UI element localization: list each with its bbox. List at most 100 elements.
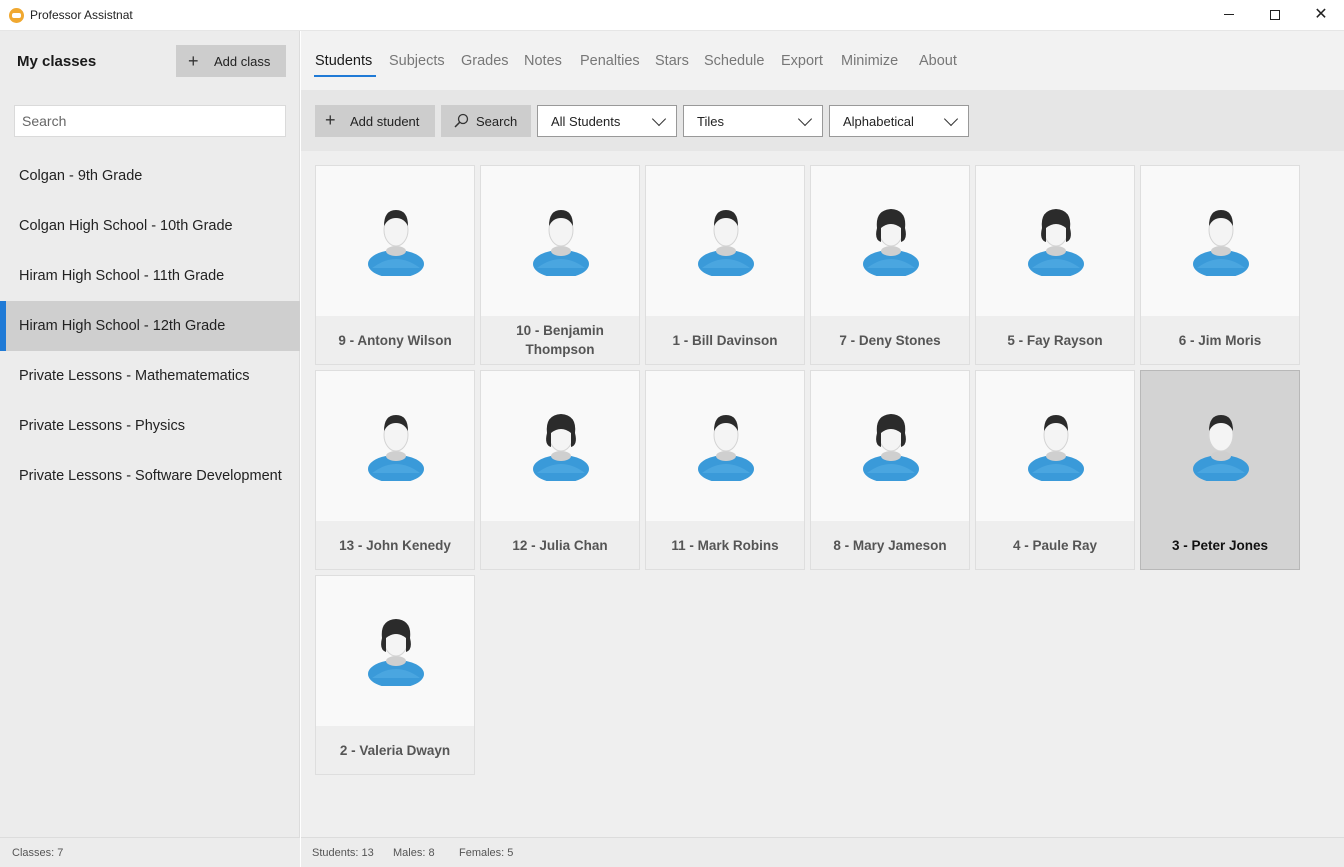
student-avatar xyxy=(366,411,426,483)
tab-about[interactable]: About xyxy=(919,53,957,69)
search-button[interactable]: Search xyxy=(441,105,531,137)
student-name: 5 - Fay Rayson xyxy=(976,316,1134,364)
student-avatar xyxy=(696,411,756,483)
add-class-button[interactable]: + Add class xyxy=(176,45,286,77)
student-tile[interactable]: 3 - Peter Jones xyxy=(1140,370,1300,570)
class-list-item[interactable]: Colgan - 9th Grade xyxy=(0,151,300,201)
student-avatar-icon xyxy=(1193,210,1249,278)
view-mode-dropdown[interactable]: Tiles xyxy=(683,105,823,137)
window-title: Professor Assistnat xyxy=(30,8,133,22)
tab-subjects[interactable]: Subjects xyxy=(389,53,445,69)
class-list-item[interactable]: Hiram High School - 11th Grade xyxy=(0,251,300,301)
student-avatar-icon xyxy=(533,210,589,278)
student-filter-dropdown[interactable]: All Students xyxy=(537,105,677,137)
student-name: 3 - Peter Jones xyxy=(1141,521,1299,569)
sort-order-dropdown[interactable]: Alphabetical xyxy=(829,105,969,137)
classes-count-status: Classes: 7 xyxy=(0,837,300,867)
student-name: 6 - Jim Moris xyxy=(1141,316,1299,364)
close-window-button[interactable]: ✕ xyxy=(1298,0,1344,31)
plus-icon: + xyxy=(325,110,336,130)
tab-export[interactable]: Export xyxy=(781,53,823,69)
student-name: 2 - Valeria Dwayn xyxy=(316,726,474,774)
student-avatar-icon xyxy=(368,210,424,278)
student-avatar xyxy=(861,411,921,483)
student-avatar xyxy=(366,616,426,688)
add-student-label: Add student xyxy=(350,114,420,129)
filter-value: All Students xyxy=(551,114,621,129)
student-tile[interactable]: 8 - Mary Jameson xyxy=(810,370,970,570)
add-student-button[interactable]: + Add student xyxy=(315,105,435,137)
tab-notes[interactable]: Notes xyxy=(524,53,562,69)
student-name: 11 - Mark Robins xyxy=(646,521,804,569)
search-button-label: Search xyxy=(476,114,518,129)
maximize-icon xyxy=(1270,9,1280,20)
student-avatar xyxy=(861,206,921,278)
student-tile[interactable]: 2 - Valeria Dwayn xyxy=(315,575,475,775)
tab-penalties[interactable]: Penalties xyxy=(580,53,640,69)
student-tile[interactable]: 5 - Fay Rayson xyxy=(975,165,1135,365)
classes-sidebar: My classes + Add class Colgan - 9th Grad… xyxy=(0,31,300,867)
chevron-down-icon xyxy=(797,111,813,127)
student-avatar-icon xyxy=(368,415,424,483)
males-count: Males: 8 xyxy=(393,847,435,859)
student-tile[interactable]: 11 - Mark Robins xyxy=(645,370,805,570)
students-count: Students: 13 xyxy=(312,847,374,859)
student-avatar-icon xyxy=(368,619,424,688)
females-count: Females: 5 xyxy=(459,847,514,859)
class-list-item[interactable]: Colgan High School - 10th Grade xyxy=(0,201,300,251)
student-avatar xyxy=(366,206,426,278)
student-avatar-icon xyxy=(533,414,589,483)
class-list-item[interactable]: Private Lessons - Physics xyxy=(0,401,300,451)
maximize-window-button[interactable] xyxy=(1252,0,1298,31)
student-stats-status: Students: 13 Males: 8 Females: 5 xyxy=(301,837,1344,867)
student-tile[interactable]: 9 - Antony Wilson xyxy=(315,165,475,365)
student-avatar-icon xyxy=(1028,209,1084,278)
class-search-input[interactable] xyxy=(14,105,286,137)
class-list-item[interactable]: Hiram High School - 12th Grade xyxy=(0,301,300,351)
student-name: 10 - Benjamin Thompson xyxy=(481,316,639,364)
class-list-item[interactable]: Private Lessons - Mathematematics xyxy=(0,351,300,401)
student-tile[interactable]: 10 - Benjamin Thompson xyxy=(480,165,640,365)
main-panel: Students Subjects Grades Notes Penalties… xyxy=(301,31,1344,867)
close-icon: ✕ xyxy=(1314,6,1328,23)
class-list: Colgan - 9th Grade Colgan High School - 1… xyxy=(0,151,300,501)
student-avatar-icon xyxy=(863,209,919,278)
student-name: 8 - Mary Jameson xyxy=(811,521,969,569)
student-avatar xyxy=(1191,206,1251,278)
class-list-item[interactable]: Private Lessons - Software Development xyxy=(0,451,300,501)
student-name: 13 - John Kenedy xyxy=(316,521,474,569)
title-bar: Professor Assistnat ✕ xyxy=(0,0,1344,31)
student-avatar xyxy=(1026,411,1086,483)
sidebar-heading: My classes xyxy=(17,53,97,70)
tab-schedule[interactable]: Schedule xyxy=(704,53,764,69)
student-tile[interactable]: 4 - Paule Ray xyxy=(975,370,1135,570)
student-tile[interactable]: 6 - Jim Moris xyxy=(1140,165,1300,365)
app-logo-icon xyxy=(9,8,24,23)
chevron-down-icon xyxy=(651,111,667,127)
plus-icon: + xyxy=(188,51,199,71)
search-icon xyxy=(454,113,469,128)
student-tile[interactable]: 1 - Bill Davinson xyxy=(645,165,805,365)
student-avatar xyxy=(531,206,591,278)
student-tile[interactable]: 12 - Julia Chan xyxy=(480,370,640,570)
view-mode-value: Tiles xyxy=(697,114,724,129)
student-tile[interactable]: 7 - Deny Stones xyxy=(810,165,970,365)
student-avatar-icon xyxy=(863,414,919,483)
student-name: 1 - Bill Davinson xyxy=(646,316,804,364)
student-name: 12 - Julia Chan xyxy=(481,521,639,569)
student-tile[interactable]: 13 - John Kenedy xyxy=(315,370,475,570)
minimize-window-button[interactable] xyxy=(1206,0,1252,31)
student-avatar-icon xyxy=(698,415,754,483)
student-avatar-icon xyxy=(698,210,754,278)
tab-minimize[interactable]: Minimize xyxy=(841,53,898,69)
student-avatar xyxy=(1026,206,1086,278)
student-avatar xyxy=(531,411,591,483)
tab-grades[interactable]: Grades xyxy=(461,53,509,69)
student-avatar xyxy=(1191,411,1251,483)
student-toolbar: + Add student Search All Students Tiles … xyxy=(301,90,1344,151)
tab-students[interactable]: Students xyxy=(315,53,372,69)
tab-stars[interactable]: Stars xyxy=(655,53,689,69)
student-name: 7 - Deny Stones xyxy=(811,316,969,364)
chevron-down-icon xyxy=(943,111,959,127)
student-name: 9 - Antony Wilson xyxy=(316,316,474,364)
